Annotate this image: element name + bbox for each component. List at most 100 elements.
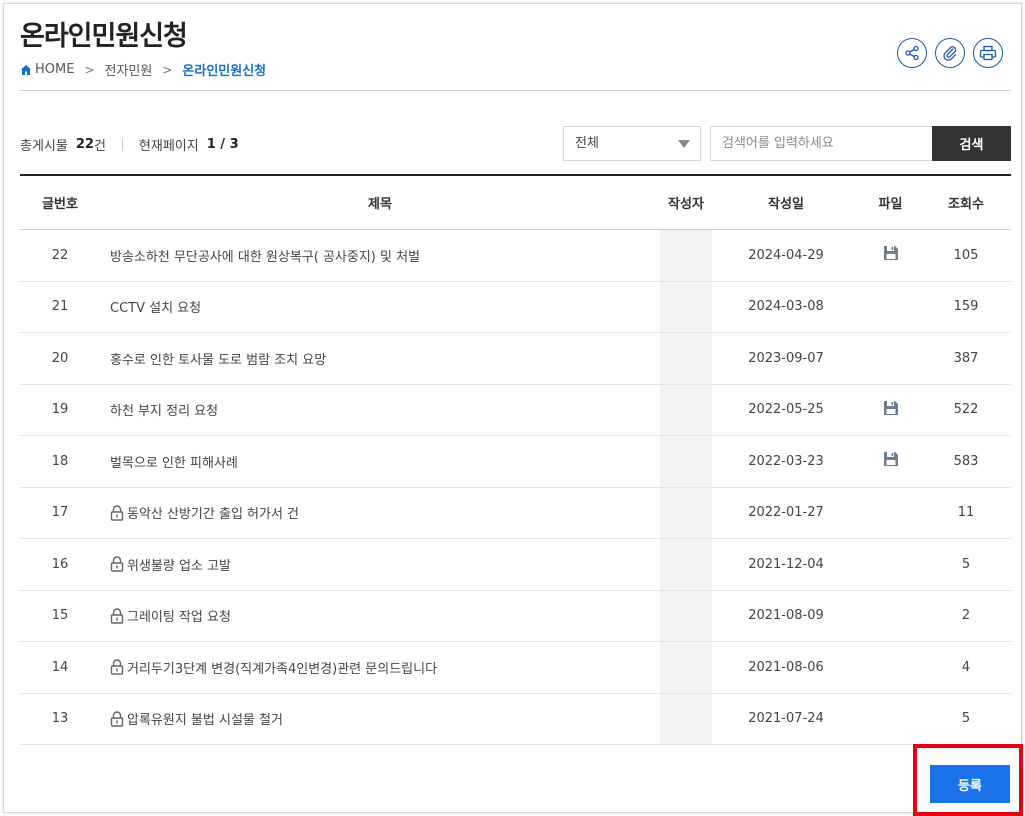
row-views: 2 xyxy=(961,608,971,624)
row-date: 2022-05-25 xyxy=(748,402,824,418)
row-title[interactable]: 방송소하천 무단공사에 대한 원상복구( 공사중지) 및 처벌 xyxy=(100,246,660,265)
row-num: 20 xyxy=(51,350,69,366)
print-button[interactable] xyxy=(973,38,1003,68)
breadcrumb-home[interactable]: HOME xyxy=(35,62,74,77)
total-label: 총게시물 xyxy=(20,139,68,154)
row-date: 2021-08-09 xyxy=(748,608,824,624)
row-views: 387 xyxy=(953,350,979,366)
breadcrumb-current[interactable]: 온라인민원신청 xyxy=(182,60,266,79)
row-file xyxy=(860,450,921,472)
header-views: 조회수 xyxy=(948,197,984,212)
row-author xyxy=(660,642,712,693)
row-title[interactable]: 벌목으로 인한 피해사례 xyxy=(100,452,660,471)
row-title-text[interactable]: 동악산 산방기간 출입 허가서 건 xyxy=(127,503,299,522)
search-category-value: 전체 xyxy=(575,136,599,151)
floppy-disk-icon[interactable] xyxy=(882,399,900,421)
table-row[interactable]: 21 CCTV 설치 요청 2024-03-08 159 xyxy=(20,281,1011,333)
row-title[interactable]: 하천 부지 정리 요청 xyxy=(100,400,660,419)
row-title-text[interactable]: 홍수로 인한 토사물 도로 범람 조치 요망 xyxy=(110,349,326,368)
chevron-right-icon: > xyxy=(84,62,95,77)
row-author xyxy=(660,590,712,641)
chevron-right-icon: > xyxy=(162,62,173,77)
row-views: 159 xyxy=(953,299,979,315)
row-author xyxy=(660,487,712,538)
breadcrumb-item[interactable]: 전자민원 xyxy=(105,60,153,79)
table-row[interactable]: 16 위생불량 업소 고발 2021-12-04 5 xyxy=(20,539,1011,591)
attach-button[interactable] xyxy=(935,38,965,68)
row-author xyxy=(660,693,712,744)
row-author xyxy=(660,333,712,384)
total-unit: 건 xyxy=(93,139,106,154)
search-input[interactable] xyxy=(710,126,932,161)
row-title-text[interactable]: 하천 부지 정리 요청 xyxy=(110,400,218,419)
header-author: 작성자 xyxy=(668,197,704,212)
row-author xyxy=(660,281,712,332)
search-button[interactable]: 검색 xyxy=(932,126,1011,161)
row-title-text[interactable]: 압록유원지 불법 시설물 철거 xyxy=(127,709,283,728)
page-title: 온라인민원신청 xyxy=(20,21,188,52)
printer-icon xyxy=(979,45,997,61)
lock-icon xyxy=(110,505,124,521)
register-button[interactable]: 등록 xyxy=(930,765,1010,803)
header-num: 글번호 xyxy=(42,197,78,212)
table-row[interactable]: 19 하천 부지 정리 요청 2022-05-25 522 xyxy=(20,384,1011,436)
row-date: 2022-03-23 xyxy=(748,453,824,469)
row-views: 583 xyxy=(953,453,979,469)
row-title-text[interactable]: CCTV 설치 요청 xyxy=(110,297,201,316)
table-row[interactable]: 15 그레이팅 작업 요청 2021-08-09 2 xyxy=(20,590,1011,642)
paperclip-icon xyxy=(943,46,957,61)
row-author xyxy=(660,539,712,590)
summary-divider xyxy=(121,138,123,151)
header-date: 작성일 xyxy=(768,197,804,212)
page-value: 1 / 3 xyxy=(206,137,239,152)
row-num: 17 xyxy=(51,505,69,521)
table-row[interactable]: 14 거리두기3단계 변경(직계가족4인변경)관련 문의드립니다 2021-08-0… xyxy=(20,642,1011,694)
list-summary: 총게시물 22 건 현재페이지 1 / 3 xyxy=(20,135,239,154)
breadcrumb: HOME > 전자민원 > 온라인민원신청 xyxy=(20,60,266,79)
row-title[interactable]: CCTV 설치 요청 xyxy=(100,297,660,316)
table-row[interactable]: 18 벌목으로 인한 피해사례 2022-03-23 583 xyxy=(20,436,1011,488)
row-date: 2021-08-06 xyxy=(748,659,824,675)
row-date: 2022-01-27 xyxy=(748,505,824,521)
share-icon xyxy=(905,45,919,61)
share-button[interactable] xyxy=(897,38,927,68)
table-row[interactable]: 20 홍수로 인한 토사물 도로 범람 조치 요망 2023-09-07 387 xyxy=(20,333,1011,385)
row-title-text[interactable]: 거리두기3단계 변경(직계가족4인변경)관련 문의드립니다 xyxy=(127,658,437,677)
tool-icons xyxy=(897,38,1003,68)
page-frame: 온라인민원신청 HOME > 전자민원 > 온라인민원신청 총게시물 22 건 … xyxy=(3,3,1023,816)
row-num: 18 xyxy=(51,453,69,469)
row-num: 15 xyxy=(51,608,69,624)
row-title-text[interactable]: 위생불량 업소 고발 xyxy=(127,555,231,574)
table-row[interactable]: 13 압록유원지 불법 시설물 철거 2021-07-24 5 xyxy=(20,693,1011,745)
row-title[interactable]: 압록유원지 불법 시설물 철거 xyxy=(100,709,660,728)
lock-icon xyxy=(110,608,124,624)
row-title[interactable]: 거리두기3단계 변경(직계가족4인변경)관련 문의드립니다 xyxy=(100,658,660,677)
row-date: 2024-03-08 xyxy=(748,299,824,315)
row-num: 13 xyxy=(51,711,69,727)
row-num: 19 xyxy=(51,402,69,418)
table-row[interactable]: 22 방송소하천 무단공사에 대한 원상복구( 공사중지) 및 처벌 2024-04… xyxy=(20,230,1011,282)
table-row[interactable]: 17 동악산 산방기간 출입 허가서 건 2022-01-27 11 xyxy=(20,487,1011,539)
row-title[interactable]: 위생불량 업소 고발 xyxy=(100,555,660,574)
row-title-text[interactable]: 방송소하천 무단공사에 대한 원상복구( 공사중지) 및 처벌 xyxy=(110,246,420,265)
dropdown-arrow-icon xyxy=(678,140,690,148)
row-date: 2023-09-07 xyxy=(748,350,824,366)
row-views: 105 xyxy=(953,247,979,263)
row-title[interactable]: 홍수로 인한 토사물 도로 범람 조치 요망 xyxy=(100,349,660,368)
header-file: 파일 xyxy=(878,197,903,212)
floppy-disk-icon[interactable] xyxy=(882,244,900,266)
row-num: 14 xyxy=(51,659,69,675)
total-count: 22 xyxy=(75,137,94,152)
row-title-text[interactable]: 그레이팅 작업 요청 xyxy=(127,606,231,625)
lock-icon xyxy=(110,556,124,572)
row-title[interactable]: 동악산 산방기간 출입 허가서 건 xyxy=(100,503,660,522)
search-category-select[interactable]: 전체 xyxy=(563,126,701,161)
lock-icon xyxy=(110,711,124,727)
row-title[interactable]: 그레이팅 작업 요청 xyxy=(100,606,660,625)
lock-icon xyxy=(110,659,124,675)
row-views: 5 xyxy=(961,711,971,727)
row-date: 2021-12-04 xyxy=(748,556,824,572)
table-header: 글번호 제목 작성자 작성일 파일 조회수 xyxy=(20,176,1011,230)
row-title-text[interactable]: 벌목으로 인한 피해사례 xyxy=(110,452,238,471)
floppy-disk-icon[interactable] xyxy=(882,450,900,472)
